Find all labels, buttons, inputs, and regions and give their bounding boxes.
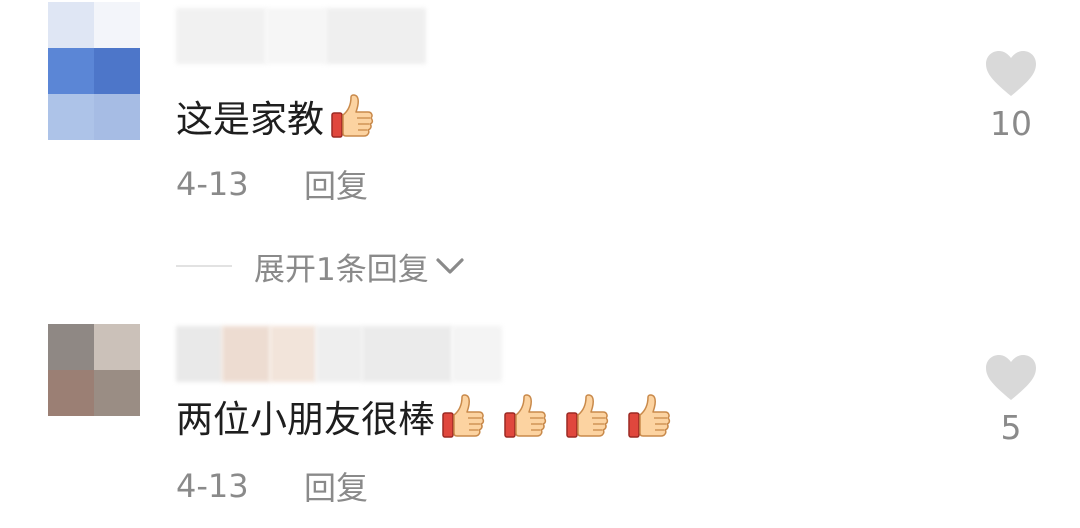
reply-button[interactable]: 回复 [304, 161, 368, 207]
avatar-pixel [94, 48, 140, 94]
avatar-pixel [94, 94, 140, 140]
avatar-pixel [48, 324, 94, 370]
comment-meta: 4-13 回复 [176, 464, 368, 508]
reply-button[interactable]: 回复 [304, 463, 368, 509]
avatar[interactable] [48, 324, 140, 416]
comment-item: 两位小朋友很棒 4-13 回复 5 [0, 318, 1080, 528]
avatar-pixel [48, 2, 94, 48]
heart-icon [986, 355, 1036, 400]
comment-meta: 4-13 回复 [176, 162, 368, 206]
avatar-pixel [48, 370, 94, 416]
avatar[interactable] [48, 2, 140, 140]
comment-text-content: 这是家教 [176, 98, 324, 141]
like-count: 10 [990, 104, 1032, 143]
avatar-pixel [94, 370, 140, 416]
avatar-pixel [94, 2, 140, 48]
comment-text: 这是家教 [176, 88, 386, 144]
chevron-down-icon [435, 248, 465, 284]
comment-text: 两位小朋友很棒 [176, 388, 683, 444]
avatar-pixel [48, 48, 94, 94]
avatar-pixel [48, 94, 94, 140]
thumbs-up-emoji-icon [441, 393, 485, 439]
divider-line [176, 265, 232, 267]
emoji-row [324, 93, 386, 139]
username-blurred[interactable] [176, 326, 502, 382]
username-blurred[interactable] [176, 8, 426, 64]
avatar-pixel [94, 324, 140, 370]
comment-item: 这是家教 4-13 回复 展开1条回复 10 [0, 0, 1080, 300]
like-count: 5 [1000, 408, 1022, 447]
like-button[interactable]: 5 [978, 354, 1044, 447]
like-button[interactable]: 10 [978, 50, 1044, 143]
heart-icon [986, 51, 1036, 96]
comment-date: 4-13 [176, 467, 249, 505]
expand-replies-label: 展开1条回复 [254, 251, 429, 288]
comment-date: 4-13 [176, 165, 249, 203]
thumbs-up-emoji-icon [330, 93, 374, 139]
thumbs-up-emoji-icon [627, 393, 671, 439]
thumbs-up-emoji-icon [503, 393, 547, 439]
thumbs-up-emoji-icon [565, 393, 609, 439]
expand-replies-button[interactable]: 展开1条回复 [176, 244, 465, 288]
comment-text-content: 两位小朋友很棒 [176, 398, 435, 441]
emoji-row [435, 393, 683, 439]
